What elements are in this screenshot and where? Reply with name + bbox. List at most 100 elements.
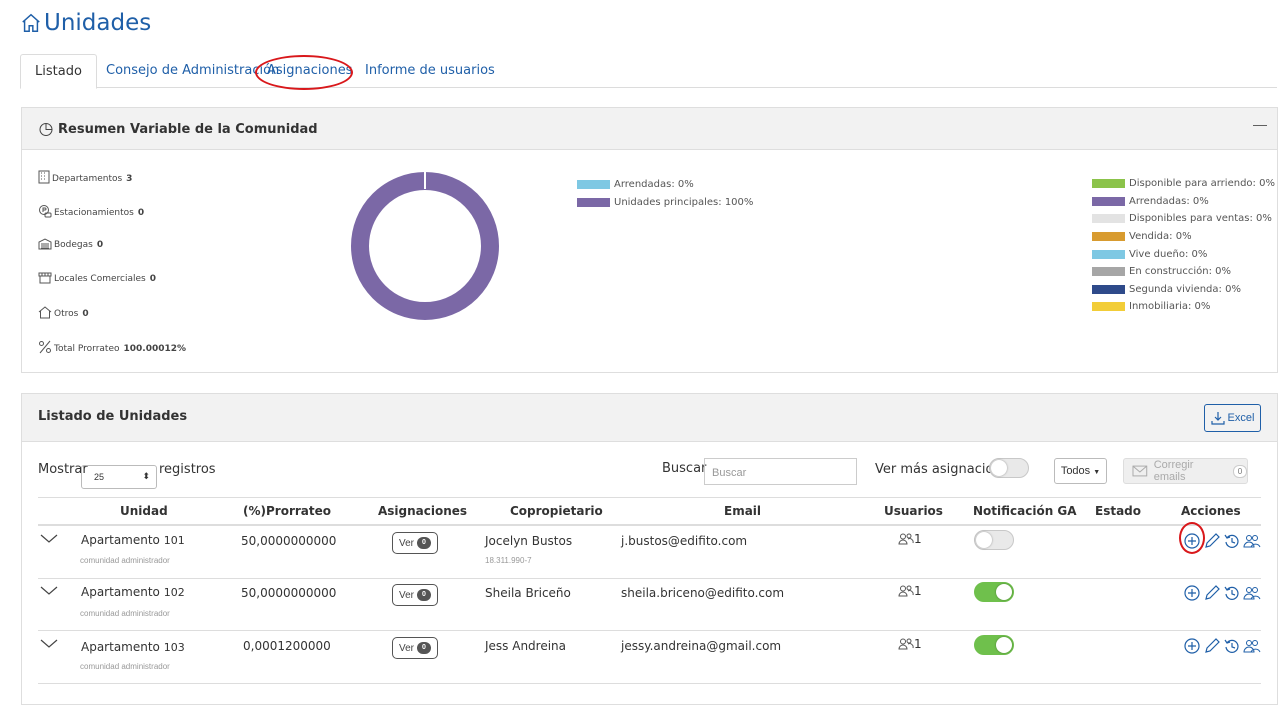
page-size-select[interactable]: 25 ⬍ [81,465,157,489]
unit-name: Apartamento 101 [81,533,185,547]
home-icon [22,13,40,32]
summary-panel-header: Resumen Variable de la Comunidad — [22,108,1277,150]
tab-informe-usuarios[interactable]: Informe de usuarios [351,54,509,88]
users-icon [898,638,914,650]
tab-asignaciones[interactable]: Asignaciones [253,54,366,88]
notificacion-ga-toggle[interactable] [974,635,1014,655]
users-icon [898,533,914,545]
summary-title-text: Resumen Variable de la Comunidad [58,121,318,137]
users-group-icon[interactable] [1243,584,1261,602]
unit-subtitle: comunidad administrador [80,609,170,618]
table-row: Apartamento 103 comunidad administrador … [38,631,1261,684]
caret-down-icon: ▼ [1093,469,1101,476]
col-email[interactable]: Email [724,504,761,518]
notificacion-ga-toggle[interactable] [974,530,1014,550]
row-actions [1183,532,1261,550]
summary-panel: Resumen Variable de la Comunidad — Depar… [21,107,1278,373]
add-circle-icon[interactable] [1183,637,1201,655]
row-actions [1183,637,1261,655]
users-group-icon[interactable] [1243,532,1261,550]
stat-estacionamientos: Estacionamientos 0 [38,204,144,218]
add-circle-icon[interactable] [1183,584,1201,602]
corregir-emails-button[interactable]: Corregir emails 0 [1123,458,1248,484]
donut-legend: Arrendadas: 0% Unidades principales: 100… [577,176,753,211]
usuarios-count: 1 [898,584,922,598]
status-legend-item: Disponibles para ventas: 0% [1092,210,1275,228]
table-header: Unidad (%)Prorrateo Asignaciones Copropi… [38,497,1261,526]
status-legend-item: Disponible para arriendo: 0% [1092,175,1275,193]
users-group-icon[interactable] [1243,637,1261,655]
prorrateo-value: 50,0000000000 [241,534,337,548]
prorrateo-value: 50,0000000000 [241,586,337,600]
copropietario-name: Sheila Briceño [485,586,571,600]
unit-subtitle: comunidad administrador [80,662,170,671]
col-acciones: Acciones [1181,504,1241,518]
history-icon[interactable] [1223,584,1241,602]
pencil-icon[interactable] [1203,532,1221,550]
page-header: Unidades [20,10,151,36]
tab-listado[interactable]: Listado [20,54,97,89]
unit-subtitle: comunidad administrador [80,556,170,565]
search-input[interactable]: Buscar [704,458,857,485]
email-value: sheila.briceno@edifito.com [621,586,785,600]
prorrateo-value: 0,0001200000 [243,639,331,653]
home-icon [38,306,52,319]
history-icon[interactable] [1223,532,1241,550]
stat-locales-comerciales: Locales Comerciales 0 [38,272,156,284]
stat-otros: Otros 0 [38,306,89,319]
ver-asignaciones-button[interactable]: Ver 0 [392,584,438,606]
page-title: Unidades [44,10,152,36]
envelope-icon [1132,465,1148,477]
donut-legend-item: Unidades principales: 100% [577,194,753,212]
chevron-down-icon[interactable] [40,586,58,596]
usuarios-count: 1 [898,532,922,546]
status-legend-item: Vive dueño: 0% [1092,245,1275,263]
status-legend-item: Inmobiliaria: 0% [1092,298,1275,316]
copropietario-rut: 18.311.990-7 [485,556,532,565]
col-asignaciones[interactable]: Asignaciones [378,504,467,518]
registros-label: registros [159,462,216,477]
buscar-label: Buscar [662,461,707,476]
status-legend-item: Vendida: 0% [1092,228,1275,246]
pencil-icon[interactable] [1203,584,1221,602]
history-icon[interactable] [1223,637,1241,655]
donut-legend-item: Arrendadas: 0% [577,176,753,194]
ver-asignaciones-button[interactable]: Ver 0 [392,532,438,554]
stat-total-prorrateo: Total Prorrateo 100.00012% [38,340,186,354]
ver-asignaciones-button[interactable]: Ver 0 [392,637,438,659]
copropietario-name: Jess Andreina [485,639,567,653]
chevron-down-icon[interactable] [40,639,58,649]
ver-mas-asignaciones-toggle[interactable] [989,458,1029,478]
col-notificacion-ga[interactable]: Notificación GA [973,504,1077,518]
collapse-button[interactable]: — [1253,116,1267,132]
notificacion-ga-toggle[interactable] [974,582,1014,602]
tab-bar: Listado Consejo de Administración Asigna… [20,54,1277,89]
pencil-icon[interactable] [1203,637,1221,655]
status-legend-item: Arrendadas: 0% [1092,193,1275,211]
email-value: j.bustos@edifito.com [621,534,748,548]
col-usuarios[interactable]: Usuarios [884,504,943,518]
email-value: jessy.andreina@gmail.com [621,639,782,653]
percent-icon [39,340,51,354]
col-copropietario[interactable]: Copropietario [510,504,603,518]
status-legend: Disponible para arriendo: 0% Arrendadas:… [1092,175,1275,316]
col-estado[interactable]: Estado [1095,504,1141,518]
building-icon [38,170,50,184]
col-unidad[interactable]: Unidad [120,504,168,518]
unit-name: Apartamento 103 [81,640,185,654]
add-circle-icon[interactable] [1183,532,1201,550]
row-actions [1183,584,1261,602]
copropietario-name: Jocelyn Bustos [485,534,573,548]
store-icon [38,272,52,284]
parking-icon [39,205,52,218]
units-list-title: Listado de Unidades [38,409,188,424]
users-icon [898,585,914,597]
summary-title: Resumen Variable de la Comunidad [38,121,318,137]
col-prorrateo[interactable]: (%)Prorrateo [243,504,331,518]
status-legend-item: Segunda vivienda: 0% [1092,281,1275,299]
table-row: Apartamento 101 comunidad administrador … [38,522,1261,579]
chevron-down-icon[interactable] [40,534,58,544]
excel-button[interactable]: Excel [1204,404,1261,432]
units-list-header: Listado de Unidades Excel [22,394,1277,442]
todos-dropdown[interactable]: Todos ▼ [1054,458,1107,484]
